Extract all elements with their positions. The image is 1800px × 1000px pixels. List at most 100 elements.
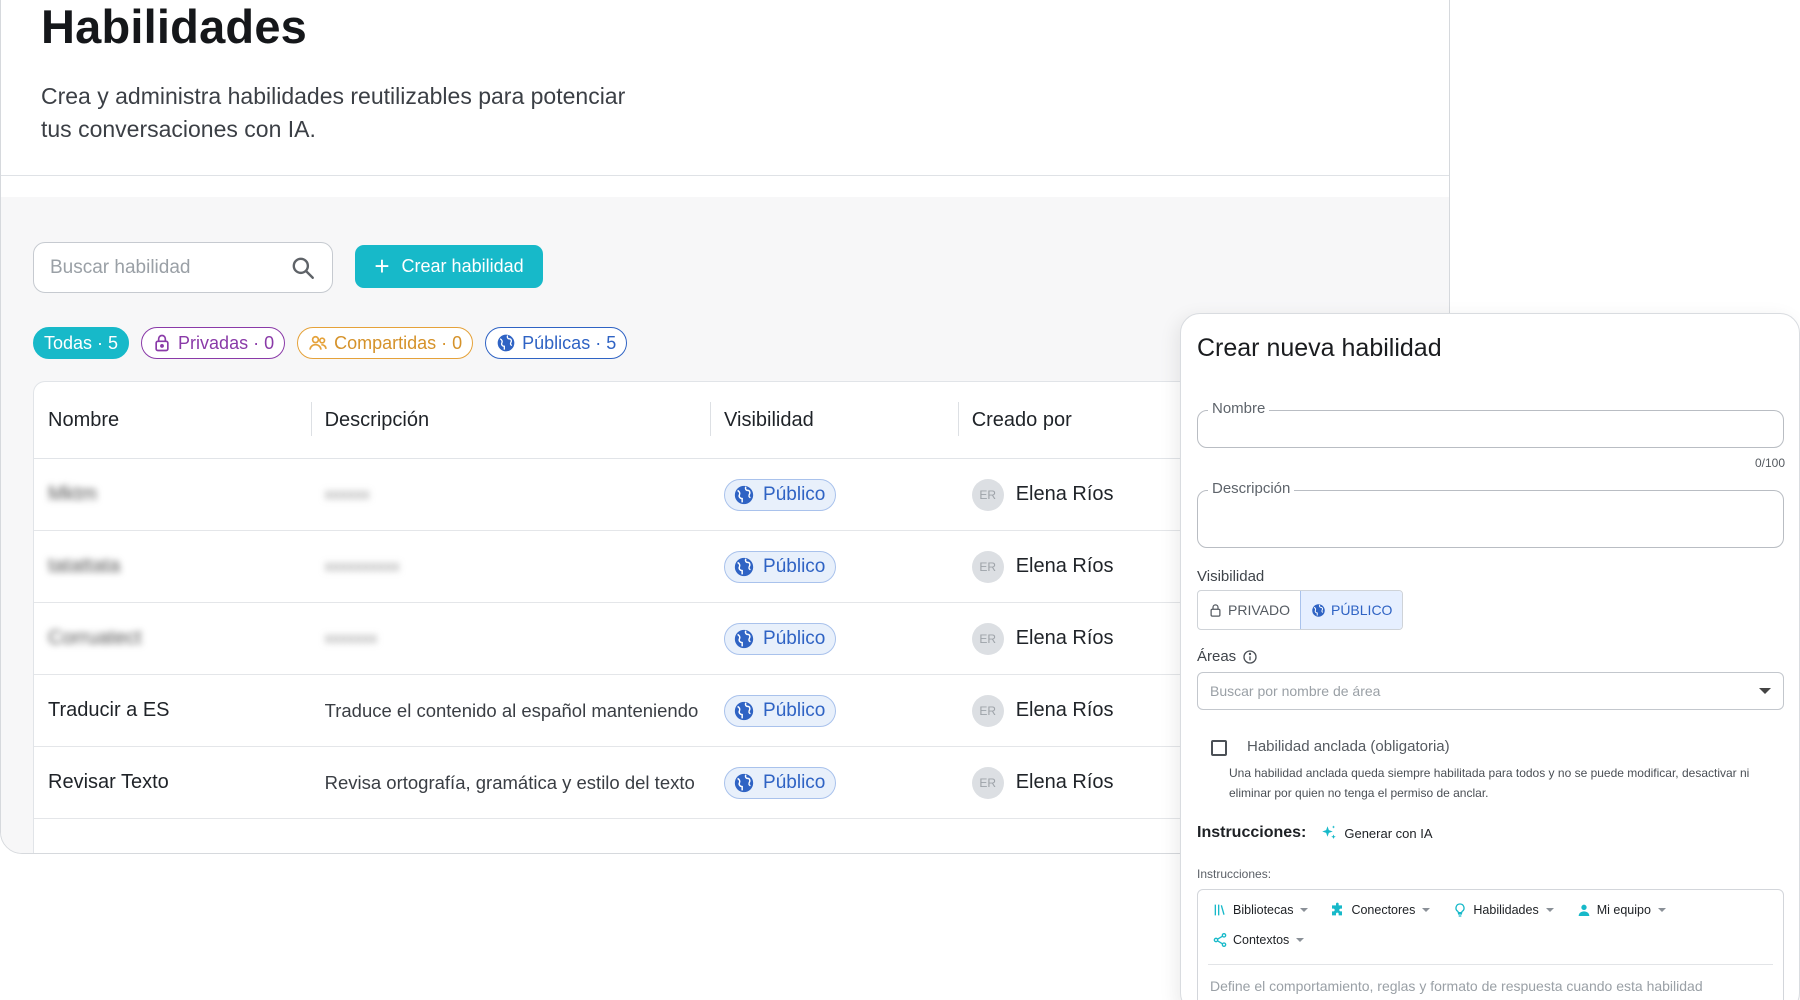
visibility-private-option[interactable]: PRIVADO bbox=[1198, 591, 1300, 629]
skill-name: Corruatect bbox=[48, 627, 142, 649]
skill-name: Mktm bbox=[48, 483, 97, 505]
creator-name: Elena Ríos bbox=[1015, 771, 1114, 793]
skill-name: Traducir a ES bbox=[48, 699, 170, 721]
create-skill-dialog: Crear nueva habilidad Nombre 0/100 Descr… bbox=[1180, 313, 1800, 1000]
filter-shared[interactable]: Compartidas · 0 bbox=[297, 327, 474, 359]
chevron-down-icon bbox=[1300, 908, 1309, 912]
filter-public-label: Públicas · 5 bbox=[522, 332, 617, 353]
tool-connectors-label: Conectores bbox=[1351, 903, 1416, 917]
tool-contexts[interactable]: Contextos bbox=[1212, 932, 1305, 948]
chevron-down-icon bbox=[1296, 938, 1305, 942]
library-icon bbox=[1214, 904, 1225, 916]
chevron-down-icon bbox=[1422, 908, 1431, 912]
generate-with-ai-label: Generar con IA bbox=[1344, 825, 1433, 841]
name-field[interactable]: Nombre bbox=[1197, 400, 1784, 448]
pinned-help-text: Una habilidad anclada queda siempre habi… bbox=[1229, 766, 1750, 800]
globe-icon bbox=[734, 629, 754, 648]
visibility-badge: Público bbox=[724, 766, 837, 799]
visibility-label: Público bbox=[763, 627, 826, 649]
chevron-down-icon bbox=[1545, 908, 1554, 912]
tool-connectors[interactable]: Conectores bbox=[1330, 902, 1431, 918]
pinned-label: Habilidad anclada (obligatoria) bbox=[1247, 738, 1450, 755]
name-char-counter: 0/100 bbox=[1754, 456, 1785, 470]
description-field[interactable]: Descripción bbox=[1197, 480, 1784, 548]
column-header-visibility[interactable]: Visibilidad bbox=[710, 382, 958, 458]
avatar: ER bbox=[971, 622, 1004, 655]
visibility-badge: Público bbox=[724, 622, 837, 655]
visibility-public-option[interactable]: PÚBLICO bbox=[1299, 591, 1403, 629]
chevron-down-icon bbox=[1759, 688, 1771, 694]
column-header-description[interactable]: Descripción bbox=[310, 382, 710, 458]
skill-description: xxxxxx bbox=[324, 486, 370, 503]
visibility-label: Visibilidad bbox=[1197, 568, 1265, 585]
create-skill-button[interactable]: + Crear habilidad bbox=[355, 245, 543, 288]
areas-select[interactable]: Buscar por nombre de área bbox=[1197, 672, 1784, 710]
lightbulb-icon bbox=[1455, 903, 1466, 917]
creator-name: Elena Ríos bbox=[1015, 699, 1114, 721]
page-title: Habilidades bbox=[41, 0, 308, 53]
column-header-name[interactable]: Nombre bbox=[34, 382, 311, 458]
visibility-label: Público bbox=[763, 483, 826, 505]
filter-all[interactable]: Todas · 5 bbox=[33, 327, 130, 359]
sparkle-icon bbox=[1322, 825, 1337, 839]
search-input[interactable]: Buscar habilidad bbox=[33, 242, 333, 293]
areas-label: Áreas bbox=[1197, 648, 1237, 665]
avatar: ER bbox=[971, 550, 1004, 583]
filter-shared-label: Compartidas · 0 bbox=[334, 332, 463, 353]
editor-toolbar: Bibliotecas Conectores Habilidades Mi eq… bbox=[1212, 902, 1772, 948]
tool-libraries-label: Bibliotecas bbox=[1233, 903, 1294, 917]
tool-skills[interactable]: Habilidades bbox=[1452, 902, 1554, 918]
pinned-checkbox[interactable] bbox=[1211, 740, 1227, 756]
visibility-badge: Público bbox=[724, 478, 837, 511]
visibility-label: Público bbox=[763, 771, 826, 793]
instructions-label: Instrucciones: bbox=[1197, 824, 1307, 841]
areas-label-row: Áreas bbox=[1197, 648, 1258, 665]
areas-placeholder: Buscar por nombre de área bbox=[1210, 683, 1381, 699]
instructions-editor[interactable]: Bibliotecas Conectores Habilidades Mi eq… bbox=[1197, 889, 1784, 1000]
visibility-badge: Público bbox=[724, 550, 837, 583]
users-icon bbox=[309, 335, 327, 350]
filter-private-label: Privadas · 0 bbox=[178, 332, 275, 353]
tool-contexts-label: Contextos bbox=[1233, 933, 1290, 947]
editor-divider bbox=[1208, 964, 1773, 965]
search-placeholder: Buscar habilidad bbox=[50, 256, 191, 278]
filter-public[interactable]: Públicas · 5 bbox=[485, 327, 628, 359]
globe-icon bbox=[734, 701, 754, 720]
globe-icon bbox=[734, 485, 754, 504]
page-subtitle: Crea y administra habilidades reutilizab… bbox=[41, 83, 626, 142]
visibility-label: Público bbox=[763, 699, 826, 721]
globe-icon bbox=[734, 557, 754, 576]
chevron-down-icon bbox=[1657, 908, 1666, 912]
search-icon bbox=[292, 257, 314, 279]
share-icon bbox=[1213, 933, 1227, 947]
creator-name: Elena Ríos bbox=[1015, 483, 1114, 505]
screen: Habilidades Crea y administra habilidade… bbox=[0, 0, 1800, 1000]
filter-private[interactable]: Privadas · 0 bbox=[141, 327, 286, 359]
skill-description: xxxxxxxxxx bbox=[324, 558, 400, 575]
tool-my-team[interactable]: Mi equipo bbox=[1576, 902, 1666, 918]
user-icon bbox=[1578, 904, 1590, 916]
globe-icon bbox=[497, 334, 515, 352]
info-icon[interactable] bbox=[1242, 649, 1258, 665]
visibility-toggle: PRIVADO PÚBLICO bbox=[1197, 590, 1404, 630]
visibility-label: Público bbox=[763, 555, 826, 577]
plus-icon: + bbox=[374, 250, 390, 281]
globe-icon bbox=[1312, 603, 1325, 617]
skill-name: Revisar Texto bbox=[48, 771, 169, 793]
lock-icon bbox=[155, 334, 169, 352]
dialog-title: Crear nueva habilidad bbox=[1197, 334, 1442, 362]
visibility-badge: Público bbox=[724, 694, 837, 727]
globe-icon bbox=[734, 773, 754, 792]
skill-description: Revisa ortografía, gramática y estilo de… bbox=[324, 771, 695, 793]
filter-chips: Todas · 5 Privadas · 0 Compartidas · 0 P… bbox=[33, 327, 628, 359]
tool-my-team-label: Mi equipo bbox=[1596, 903, 1651, 917]
visibility-public-label: PÚBLICO bbox=[1330, 602, 1393, 618]
editor-placeholder: Define el comportamiento, reglas y forma… bbox=[1210, 978, 1703, 994]
visibility-private-label: PRIVADO bbox=[1228, 602, 1290, 618]
tool-skills-label: Habilidades bbox=[1473, 903, 1539, 917]
generate-with-ai-button[interactable]: Generar con IA bbox=[1320, 824, 1433, 842]
skill-name: tatattata bbox=[48, 555, 121, 577]
tool-libraries[interactable]: Bibliotecas bbox=[1212, 902, 1309, 918]
lock-icon bbox=[1210, 603, 1221, 617]
puzzle-icon bbox=[1332, 902, 1343, 916]
